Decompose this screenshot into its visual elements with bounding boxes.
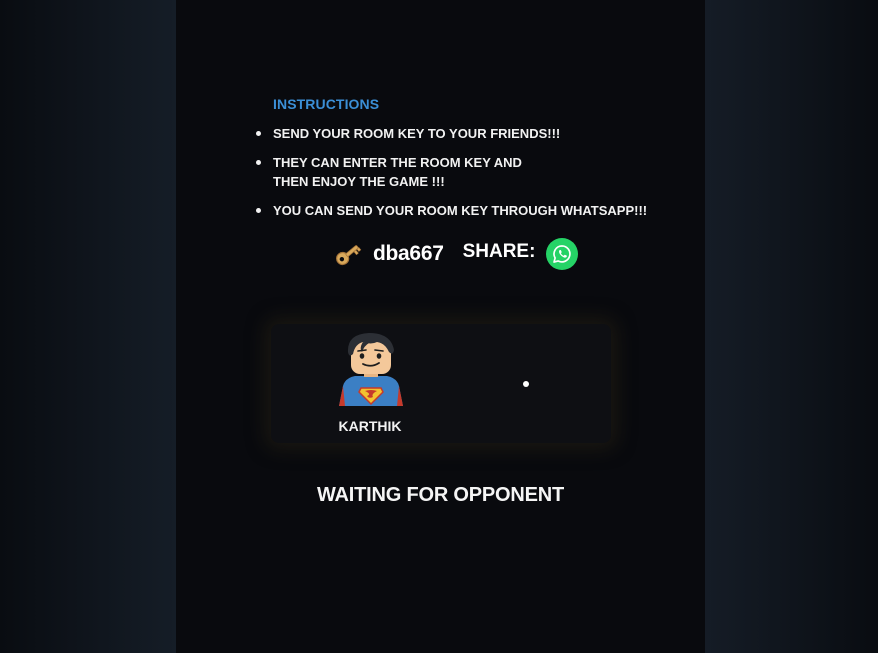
player-avatar [333,330,409,406]
players-card [271,324,611,443]
instruction-item: SEND YOUR ROOM KEY TO YOUR FRIENDS!!! [255,124,647,143]
right-background-panel [705,0,878,653]
whatsapp-icon [551,243,573,265]
left-background-panel [0,0,176,653]
share-label: SHARE: [462,241,536,262]
instruction-item: YOU CAN SEND YOUR ROOM KEY THROUGH WHATS… [255,201,647,220]
instructions-list: SEND YOUR ROOM KEY TO YOUR FRIENDS!!! TH… [255,124,647,230]
instruction-item: THEY CAN ENTER THE ROOM KEY AND THEN ENJ… [255,153,533,191]
status-message: WAITING FOR OPPONENT [316,484,565,506]
room-key-row: dba667 SHARE: [332,238,579,270]
key-icon [332,238,364,270]
player-name: KARTHIK [338,418,402,434]
whatsapp-share-button[interactable] [546,238,579,270]
instructions-title: INSTRUCTIONS [273,96,380,112]
loading-indicator [523,381,529,387]
room-key-value: dba667 [373,242,444,265]
